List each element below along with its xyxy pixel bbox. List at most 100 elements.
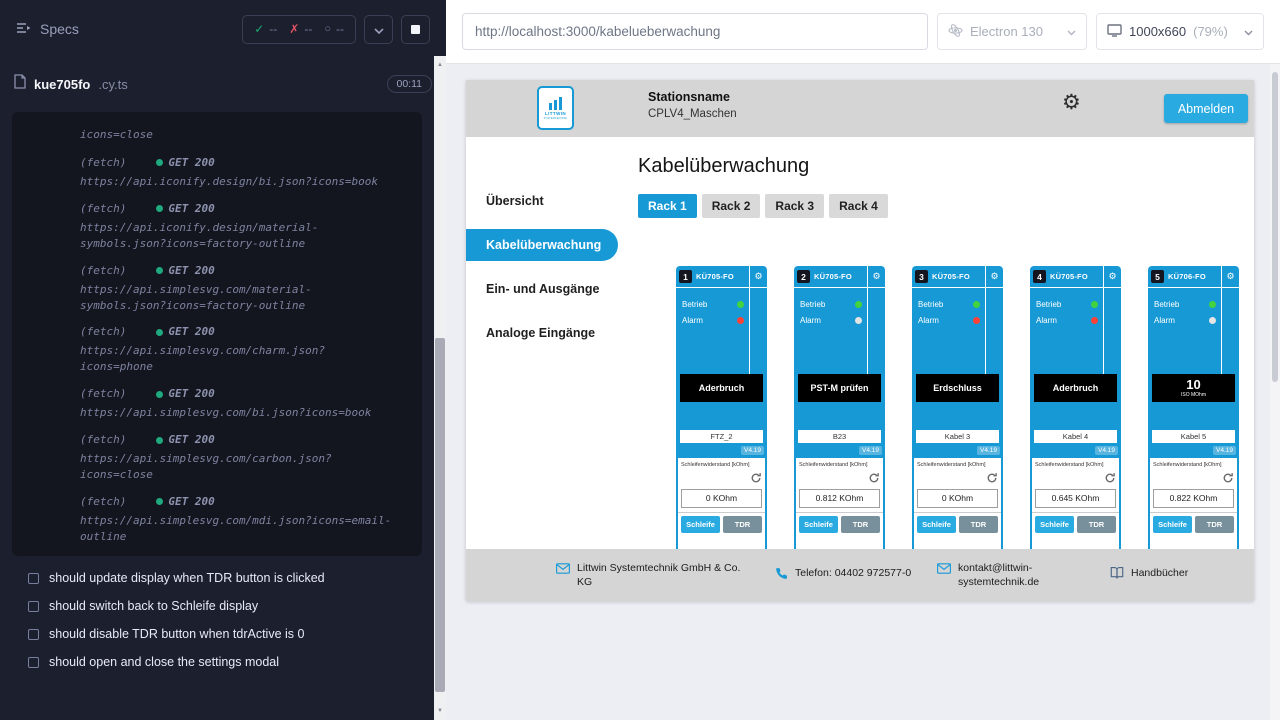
device-settings-gear-icon[interactable]: ⚙ xyxy=(990,272,998,281)
cross-icon: ✗ xyxy=(289,22,299,36)
collapse-button[interactable] xyxy=(364,15,393,44)
specs-toggle[interactable]: Specs xyxy=(16,21,79,38)
tdr-button[interactable]: TDR xyxy=(1077,516,1116,533)
test-item[interactable]: should switch back to Schleife display xyxy=(28,592,420,620)
browser-scrollbar[interactable] xyxy=(1270,64,1280,720)
log-entry[interactable]: (fetch)GET 200 https://api.simplesvg.com… xyxy=(80,263,394,314)
led-panel: Betrieb Alarm xyxy=(912,288,985,374)
status-display: Aderbruch xyxy=(680,374,763,402)
settings-gear-icon[interactable]: ⚙ xyxy=(1062,92,1081,113)
device-card-2: 2 KÜ705-FO ⚙ Betrieb Alarm PST-M xyxy=(794,266,885,549)
alarm-led xyxy=(973,317,980,324)
app-stage: LITTWIN SYSTEMTECHNIK Stationsname CPLV4… xyxy=(446,64,1270,720)
success-dot-icon xyxy=(156,498,163,505)
nav-item-uebersicht[interactable]: Übersicht xyxy=(466,185,618,217)
log-entry[interactable]: (fetch)GET 200 https://api.iconify.desig… xyxy=(80,201,394,252)
tdr-button[interactable]: TDR xyxy=(723,516,762,533)
app-footer: Littwin Systemtechnik GmbH & Co. KG Tele… xyxy=(466,549,1254,601)
test-item[interactable]: should open and close the settings modal xyxy=(28,648,420,676)
firmware-version: V4.19 xyxy=(977,446,1000,455)
measurement-label: Schleifenwiderstand [kOhm] xyxy=(914,458,1001,469)
scroll-down-icon[interactable]: ▼ xyxy=(434,704,446,718)
spec-file-icon xyxy=(14,74,26,94)
device-settings-gear-icon[interactable]: ⚙ xyxy=(754,272,762,281)
measurement-label: Schleifenwiderstand [kOhm] xyxy=(1150,458,1237,469)
device-settings-gear-icon[interactable]: ⚙ xyxy=(872,272,880,281)
refresh-icon[interactable] xyxy=(986,471,998,485)
viewport-select[interactable]: 1000x660 (79%) xyxy=(1096,13,1264,50)
log-entry[interactable]: (fetch)GET 200 https://api.simplesvg.com… xyxy=(80,432,394,483)
browser-select[interactable]: Electron 130 xyxy=(937,13,1087,50)
resistance-value: 0.645 KOhm xyxy=(1035,489,1116,508)
schleife-button[interactable]: Schleife xyxy=(917,516,956,533)
resistance-value: 0 KOhm xyxy=(681,489,762,508)
measurement-label: Schleifenwiderstand [kOhm] xyxy=(678,458,765,469)
viewport-icon xyxy=(1107,24,1122,40)
tab-rack-3[interactable]: Rack 3 xyxy=(765,194,824,218)
scroll-up-icon[interactable]: ▲ xyxy=(434,58,446,72)
chevron-down-icon xyxy=(1244,24,1253,39)
footer-email[interactable]: kontakt@littwin-systemtechnik.de xyxy=(937,561,1090,589)
success-dot-icon xyxy=(156,437,163,444)
scrollbar-thumb[interactable] xyxy=(1272,72,1278,382)
measurement-panel: Schleifenwiderstand [kOhm] 0.645 KOhm Sc… xyxy=(1032,458,1119,549)
test-item[interactable]: should disable TDR button when tdrActive… xyxy=(28,620,420,648)
stop-button[interactable] xyxy=(401,15,430,44)
pending-icon: ○ xyxy=(324,23,331,35)
resistance-value: 0.822 KOhm xyxy=(1153,489,1234,508)
device-model: KÜ705-FO xyxy=(1050,272,1088,281)
test-box-icon xyxy=(28,629,39,640)
panel-scrollbar[interactable]: ▲ ▼ xyxy=(434,56,446,720)
measurement-panel: Schleifenwiderstand [kOhm] 0.822 KOhm Sc… xyxy=(1150,458,1237,549)
tab-rack-4[interactable]: Rack 4 xyxy=(829,194,888,218)
url-bar[interactable]: http://localhost:3000/kabelueberwachung xyxy=(462,13,928,50)
log-entry[interactable]: (fetch)GET 200 https://api.simplesvg.com… xyxy=(80,494,394,545)
schleife-button[interactable]: Schleife xyxy=(681,516,720,533)
schleife-button[interactable]: Schleife xyxy=(799,516,838,533)
card-header: 1 KÜ705-FO xyxy=(676,266,749,288)
tdr-button[interactable]: TDR xyxy=(1195,516,1234,533)
rack-tabs: Rack 1 Rack 2 Rack 3 Rack 4 xyxy=(638,194,888,218)
app-sidebar: Übersicht Kabelüberwachung Ein- und Ausg… xyxy=(466,137,618,549)
station-info: Stationsname CPLV4_Maschen xyxy=(648,90,737,120)
success-dot-icon xyxy=(156,391,163,398)
refresh-icon[interactable] xyxy=(868,471,880,485)
tab-rack-2[interactable]: Rack 2 xyxy=(702,194,761,218)
nav-item-analoge-eingaenge[interactable]: Analoge Eingänge xyxy=(466,317,618,349)
browser-pane: http://localhost:3000/kabelueberwachung … xyxy=(446,0,1280,720)
chevron-down-icon xyxy=(1067,24,1076,39)
device-settings-gear-icon[interactable]: ⚙ xyxy=(1108,272,1116,281)
refresh-icon[interactable] xyxy=(750,471,762,485)
schleife-button[interactable]: Schleife xyxy=(1035,516,1074,533)
device-settings-gear-icon[interactable]: ⚙ xyxy=(1226,272,1234,281)
logout-button[interactable]: Abmelden xyxy=(1164,94,1248,123)
log-entry[interactable]: (fetch)GET 200 https://api.simplesvg.com… xyxy=(80,324,394,375)
device-number: 1 xyxy=(679,270,692,283)
spec-file-row[interactable]: kue705fo .cy.ts 00:11 xyxy=(14,74,432,94)
firmware-version: V4.19 xyxy=(1213,446,1236,455)
card-header: 4 KÜ705-FO xyxy=(1030,266,1103,288)
screen: Specs ✓-- ✗-- ○-- kue705fo .cy.ts 00:11 xyxy=(0,0,1280,720)
schleife-button[interactable]: Schleife xyxy=(1153,516,1192,533)
cable-label: Kabel 3 xyxy=(916,430,999,443)
betrieb-led xyxy=(1091,301,1098,308)
tdr-button[interactable]: TDR xyxy=(841,516,880,533)
nav-item-kabelueberwachung[interactable]: Kabelüberwachung xyxy=(466,229,618,261)
log-entry[interactable]: (fetch)GET 200 https://api.simplesvg.com… xyxy=(80,386,394,421)
tdr-button[interactable]: TDR xyxy=(959,516,998,533)
tab-rack-1[interactable]: Rack 1 xyxy=(638,194,697,218)
footer-phone[interactable]: Telefon: 04402 972577-0 xyxy=(775,566,917,585)
refresh-icon[interactable] xyxy=(1222,471,1234,485)
device-cards: 1 KÜ705-FO ⚙ Betrieb Alarm Aderbr xyxy=(676,266,1239,549)
scrollbar-thumb[interactable] xyxy=(435,338,445,692)
nav-item-ein-und-ausgaenge[interactable]: Ein- und Ausgänge xyxy=(466,273,618,305)
page-title: Kabelüberwachung xyxy=(638,155,809,178)
test-item[interactable]: should update display when TDR button is… xyxy=(28,564,420,592)
runner-toolbar: Specs ✓-- ✗-- ○-- xyxy=(0,0,446,58)
spec-extension: .cy.ts xyxy=(98,77,127,92)
log-entry[interactable]: (fetch)GET 200 https://api.iconify.desig… xyxy=(80,155,394,190)
footer-manuals[interactable]: Handbücher xyxy=(1110,566,1188,584)
refresh-icon[interactable] xyxy=(1104,471,1116,485)
led-panel: Betrieb Alarm xyxy=(1148,288,1221,374)
command-log: icons=close (fetch)GET 200 https://api.i… xyxy=(12,112,422,556)
